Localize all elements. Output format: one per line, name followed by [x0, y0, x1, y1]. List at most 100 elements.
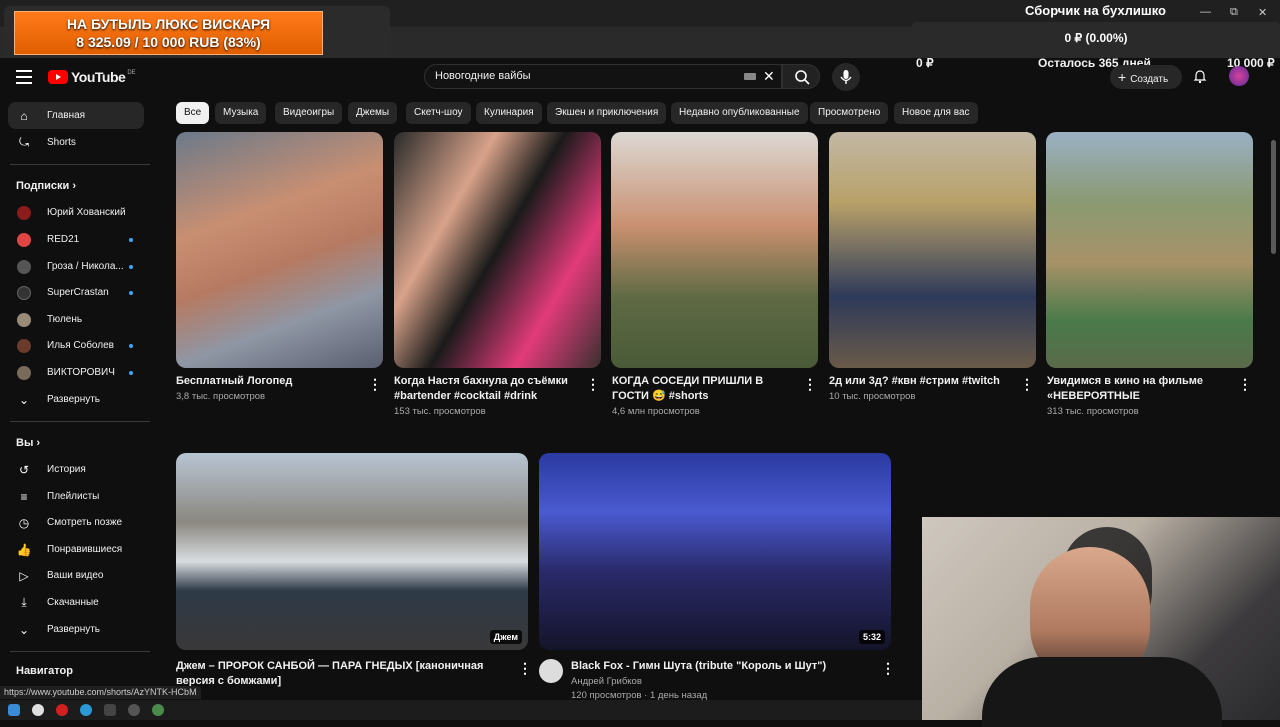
like-icon: 👍	[16, 542, 32, 557]
channel-name: Илья Соболев	[47, 340, 114, 351]
more-icon[interactable]: ⋮	[368, 376, 382, 393]
short-title[interactable]: 2д или 3д? #квн #стрим #twitch	[829, 374, 1011, 389]
history-icon: ↺	[18, 462, 30, 477]
new-content-dot	[129, 370, 133, 375]
you-heading[interactable]: Вы ›	[16, 437, 40, 449]
sidebar-item-label: Смотреть позже	[47, 517, 123, 528]
your-videos-icon: ▷	[19, 568, 29, 583]
chip-action[interactable]: Экшен и приключения	[547, 102, 667, 124]
chip-videogames[interactable]: Видеоигры	[275, 102, 343, 124]
sidebar-sub-2[interactable]: Гроза / Никола...	[0, 253, 155, 280]
shorts-icon: ⤿	[19, 135, 29, 149]
chip-all[interactable]: Все	[176, 102, 210, 124]
sidebar-item-home[interactable]: ⌂ Главная	[8, 102, 144, 129]
close-window-icon[interactable]: ✕	[1258, 6, 1267, 19]
short-title[interactable]: Бесплатный Логопед	[176, 374, 356, 389]
subscriptions-heading[interactable]: Подписки ›	[16, 180, 76, 192]
create-label: Создать	[1130, 74, 1169, 85]
search-input[interactable]: Новогодние вайбы	[424, 64, 782, 89]
sidebar-item-label: Скачанные	[47, 597, 99, 608]
chrome-icon[interactable]	[152, 704, 164, 716]
more-icon[interactable]: ⋮	[1020, 376, 1034, 393]
chip-sketch[interactable]: Скетч-шоу	[406, 102, 471, 124]
sidebar-sub-0[interactable]: Юрий Хованский	[0, 199, 155, 226]
short-thumbnail[interactable]	[176, 132, 383, 368]
more-icon[interactable]: ⋮	[518, 660, 532, 677]
short-title[interactable]: Когда Настя бахнула до съёмки #bartender…	[394, 374, 574, 404]
avatar[interactable]	[1229, 66, 1249, 86]
sidebar-item-label: Развернуть	[47, 394, 101, 405]
sidebar-item-playlists[interactable]: ≡ Плейлисты	[0, 483, 155, 510]
short-views: 313 тыс. просмотров	[1047, 406, 1139, 417]
divider	[10, 421, 150, 422]
obs-icon[interactable]	[128, 704, 140, 716]
chip-new-for-you[interactable]: Новое для вас	[894, 102, 978, 124]
sidebar-sub-3[interactable]: SuperCrastan	[0, 279, 155, 306]
sidebar-sub-4[interactable]: Тюлень	[0, 306, 155, 333]
notifications-icon[interactable]	[1192, 68, 1208, 84]
channel-avatar	[17, 365, 31, 380]
voice-search-button[interactable]	[832, 63, 860, 91]
channel-avatar	[17, 259, 31, 274]
minimize-icon[interactable]: —	[1200, 6, 1211, 18]
short-title[interactable]: Увидимся в кино на фильме «НЕВЕРОЯТНЫЕ П…	[1047, 374, 1229, 404]
short-title[interactable]: КОГДА СОСЕДИ ПРИШЛИ В ГОСТИ 😅 #shorts	[612, 374, 794, 404]
channel-avatar[interactable]	[539, 659, 563, 683]
clear-search-icon[interactable]: ✕	[763, 68, 775, 85]
app-icon[interactable]	[104, 704, 116, 716]
youtube-logo[interactable]: YouTube DE	[48, 69, 136, 85]
create-button[interactable]: + Создать	[1110, 65, 1182, 89]
chip-watched[interactable]: Просмотрено	[810, 102, 889, 124]
short-views: 3,8 тыс. просмотров	[176, 391, 266, 402]
sidebar-expand-you[interactable]: ⌄ Развернуть	[0, 616, 155, 643]
start-icon[interactable]	[8, 704, 20, 716]
sidebar-item-downloads[interactable]: ⤓ Скачанные	[0, 589, 155, 616]
yandex-browser-icon[interactable]	[56, 704, 68, 716]
short-thumbnail[interactable]	[394, 132, 601, 368]
video-title[interactable]: Джем – ПРОРОК САНБОЙ — ПАРА ГНЕДЫХ [кано…	[176, 659, 506, 689]
donation-amount: 8 325.09 / 10 000 RUB (83%)	[76, 34, 261, 50]
menu-icon[interactable]	[16, 70, 32, 84]
watch-later-icon: ◷	[18, 515, 30, 530]
short-thumbnail[interactable]	[1046, 132, 1253, 368]
chevron-down-icon: ⌄	[18, 392, 30, 407]
scrollbar-thumb[interactable]	[1271, 140, 1276, 254]
channel-name[interactable]: Андрей Грибков	[571, 676, 642, 687]
video-thumbnail[interactable]: 5:32	[539, 453, 891, 650]
sidebar-sub-5[interactable]: Илья Соболев	[0, 332, 155, 359]
sidebar-item-liked[interactable]: 👍 Понравившиеся	[0, 536, 155, 563]
webcam-overlay	[922, 517, 1280, 727]
more-icon[interactable]: ⋮	[803, 376, 817, 393]
short-thumbnail[interactable]	[829, 132, 1036, 368]
sidebar-sub-6[interactable]: ВИКТОРОВИЧ	[0, 359, 155, 386]
restore-icon[interactable]: ⧉	[1230, 6, 1238, 19]
sidebar-item-your-videos[interactable]: ▷ Ваши видео	[0, 562, 155, 589]
chip-jams[interactable]: Джемы	[348, 102, 398, 124]
more-icon[interactable]: ⋮	[586, 376, 600, 393]
channel-avatar	[17, 232, 31, 247]
more-icon[interactable]: ⋮	[1238, 376, 1252, 393]
video-title[interactable]: Black Fox - Гимн Шута (tribute "Король и…	[571, 659, 871, 674]
yandex-icon[interactable]	[32, 704, 44, 716]
channel-avatar	[17, 338, 31, 353]
search-button[interactable]	[782, 64, 820, 89]
telegram-icon[interactable]	[80, 704, 92, 716]
chip-cooking[interactable]: Кулинария	[476, 102, 542, 124]
sidebar-item-watch-later[interactable]: ◷ Смотреть позже	[0, 509, 155, 536]
channel-avatar	[17, 285, 31, 300]
sidebar-item-history[interactable]: ↺ История	[0, 456, 155, 483]
chip-music[interactable]: Музыка	[215, 102, 267, 124]
sidebar-expand-subs[interactable]: ⌄ Развернуть	[0, 386, 155, 413]
keyboard-icon[interactable]	[744, 73, 756, 80]
short-thumbnail[interactable]	[611, 132, 818, 368]
playlists-icon: ≡	[20, 489, 28, 504]
sidebar-item-shorts[interactable]: ⤿ Shorts	[0, 129, 155, 156]
video-duration: 5:32	[858, 630, 885, 644]
more-icon[interactable]: ⋮	[881, 660, 895, 677]
plus-icon: +	[1118, 69, 1127, 85]
video-thumbnail[interactable]: Джем	[176, 453, 528, 650]
chip-recent[interactable]: Недавно опубликованные	[671, 102, 808, 124]
goal-start: 0 ₽	[916, 56, 934, 70]
sidebar-sub-1[interactable]: RED21	[0, 226, 155, 253]
new-content-dot	[129, 343, 133, 348]
